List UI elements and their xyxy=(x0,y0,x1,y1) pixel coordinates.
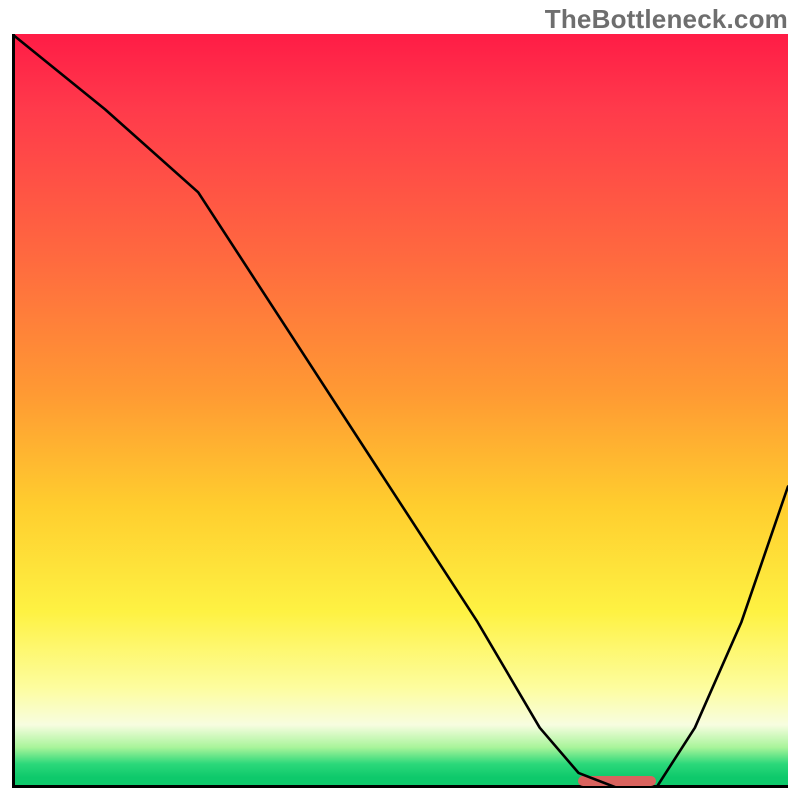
x-axis xyxy=(12,785,788,788)
y-axis xyxy=(12,34,15,788)
gradient-background xyxy=(15,34,788,785)
watermark-text: TheBottleneck.com xyxy=(545,4,788,35)
chart-frame: TheBottleneck.com xyxy=(0,0,800,800)
plot-area xyxy=(12,34,788,788)
optimal-range-marker xyxy=(578,776,656,786)
